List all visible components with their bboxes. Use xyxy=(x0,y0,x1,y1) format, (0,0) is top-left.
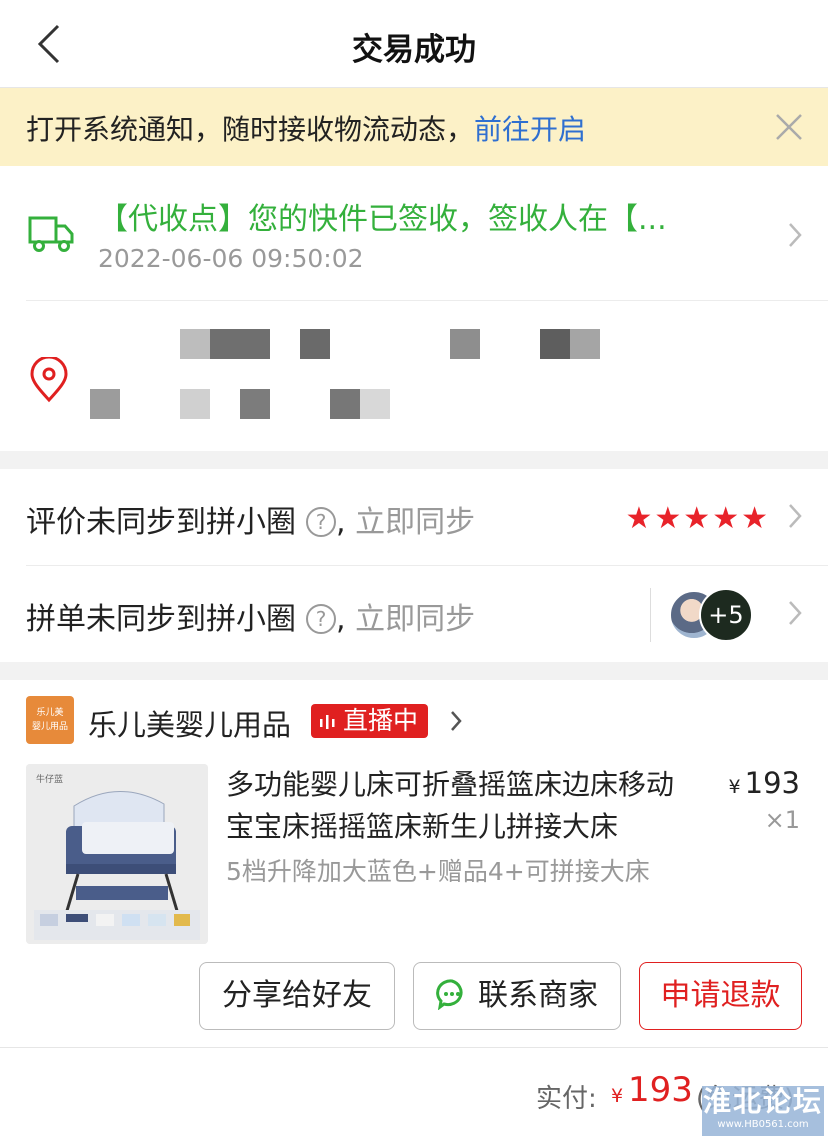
chevron-right-icon xyxy=(451,711,462,731)
redacted-block xyxy=(180,389,210,419)
chevron-right-icon xyxy=(789,223,802,247)
section-gap xyxy=(0,662,828,680)
group-sync-text: 拼单未同步到拼小圈 xyxy=(26,602,296,637)
nav-bar: 交易成功 xyxy=(0,0,828,88)
paid-amount: 193 xyxy=(628,1070,693,1110)
address-row[interactable] xyxy=(0,301,828,451)
help-icon[interactable]: ? xyxy=(306,507,336,537)
live-badge[interactable]: 直播中 xyxy=(311,704,429,738)
chevron-right-icon xyxy=(789,504,802,528)
notification-banner: 打开系统通知，随时接收物流动态，前往开启 xyxy=(0,88,828,166)
chevron-right-icon xyxy=(789,601,802,625)
watermark: 淮北论坛 www.HB0561.com xyxy=(702,1086,824,1136)
notice-message: 打开系统通知，随时接收物流动态， xyxy=(26,113,475,146)
chat-bubble-icon xyxy=(436,979,463,1010)
shop-logo: 乐儿美 婴儿用品 xyxy=(26,696,74,744)
product-title: 多功能婴儿床可折叠摇篮床边床移动宝宝床摇摇篮床新生儿拼接大床 xyxy=(226,768,675,843)
order-actions: 分享给好友 联系商家 申请退款 xyxy=(0,950,828,1046)
contact-merchant-button[interactable]: 联系商家 xyxy=(413,962,621,1030)
redacted-block xyxy=(180,329,210,359)
truck-icon xyxy=(28,216,74,252)
page-title: 交易成功 xyxy=(352,32,476,68)
help-icon[interactable]: ? xyxy=(306,604,336,634)
redacted-block xyxy=(240,389,270,419)
watermark-url: www.HB0561.com xyxy=(717,1119,809,1130)
live-bars-icon xyxy=(320,715,335,729)
close-icon[interactable] xyxy=(774,112,804,142)
share-button[interactable]: 分享给好友 xyxy=(199,962,395,1030)
crib-illustration: 牛仔蓝 xyxy=(26,764,208,944)
shop-name: 乐儿美婴儿用品 xyxy=(88,708,292,742)
redacted-block xyxy=(330,389,360,419)
notice-text: 打开系统通知，随时接收物流动态，前往开启 xyxy=(26,108,586,148)
group-sync-punct: , xyxy=(336,602,346,637)
review-sync-label: 评价未同步到拼小圈?, 立即同步 xyxy=(26,497,475,541)
product-image-caption: 牛仔蓝 xyxy=(36,773,63,785)
redacted-block xyxy=(570,329,600,359)
refund-button[interactable]: 申请退款 xyxy=(639,962,802,1030)
product-quantity: ×1 xyxy=(764,806,800,834)
redacted-block xyxy=(300,329,330,359)
contact-label: 联系商家 xyxy=(478,978,598,1013)
redacted-block xyxy=(360,389,390,419)
review-sync-action[interactable]: 立即同步 xyxy=(355,505,475,540)
product-image[interactable]: 牛仔蓝 xyxy=(26,764,208,944)
review-sync-punct: , xyxy=(336,505,346,540)
logistics-row[interactable]: 【代收点】您的快件已签收，签收人在【... 2022-06-06 09:50:0… xyxy=(0,166,828,300)
location-pin-icon xyxy=(30,357,68,403)
notice-enable-link[interactable]: 前往开启 xyxy=(474,113,586,146)
redacted-block xyxy=(210,329,270,359)
review-sync-row[interactable]: 评价未同步到拼小圈?, 立即同步 ★★★★★ xyxy=(0,469,828,565)
redacted-block xyxy=(450,329,480,359)
product-item[interactable]: 牛仔蓝 多功能婴儿床可折叠摇篮床边床移动宝宝床摇摇篮床新生儿拼接大床 5档升降加… xyxy=(0,760,828,950)
logistics-time: 2022-06-06 09:50:02 xyxy=(98,244,364,273)
product-spec: 5档升降加大蓝色+赠品4+可拼接大床 xyxy=(226,857,650,886)
price-value: 193 xyxy=(744,766,800,800)
currency-symbol: ¥ xyxy=(728,776,741,798)
shop-header[interactable]: 乐儿美 婴儿用品 乐儿美婴儿用品 直播中 xyxy=(0,680,828,760)
live-label: 直播中 xyxy=(343,706,419,735)
more-avatars-badge: +5 xyxy=(699,588,753,642)
avatar-group: +5 xyxy=(650,588,770,642)
rating-stars: ★★★★★ xyxy=(625,501,770,536)
review-sync-text: 评价未同步到拼小圈 xyxy=(26,505,296,540)
redacted-block xyxy=(90,389,120,419)
section-gap xyxy=(0,451,828,469)
logistics-status: 【代收点】您的快件已签收，签收人在【... xyxy=(98,202,667,237)
product-price: ¥193 xyxy=(729,766,800,800)
paid-label: 实付: xyxy=(536,1084,597,1114)
currency-symbol: ¥ xyxy=(611,1085,624,1107)
group-sync-label: 拼单未同步到拼小圈?, 立即同步 xyxy=(26,594,475,638)
group-sync-action[interactable]: 立即同步 xyxy=(355,602,475,637)
watermark-title: 淮北论坛 xyxy=(702,1085,823,1118)
group-sync-row[interactable]: 拼单未同步到拼小圈?, 立即同步 +5 xyxy=(0,566,828,662)
redacted-block xyxy=(540,329,570,359)
